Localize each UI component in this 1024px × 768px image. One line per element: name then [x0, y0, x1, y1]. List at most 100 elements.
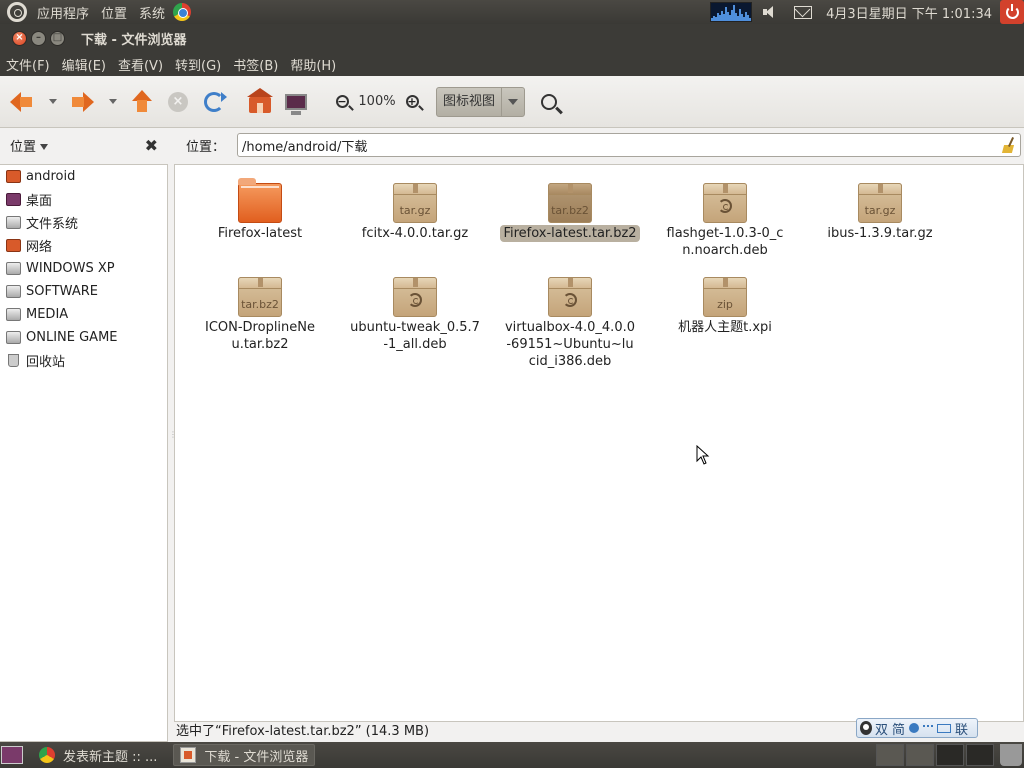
ime-charset-label[interactable]: 简	[892, 719, 905, 738]
mail-icon[interactable]	[794, 5, 813, 19]
file-name: virtualbox-4.0_4.0.0-69151~Ubuntu~lucid_…	[504, 320, 635, 369]
view-mode-combo[interactable]: 图标视图	[436, 86, 526, 117]
system-monitor-graph[interactable]	[710, 2, 753, 22]
file-browser-icon	[180, 747, 197, 763]
menu-edit[interactable]: 编辑(E)	[56, 55, 112, 74]
sidebar-item-trash[interactable]: 回收站	[0, 349, 167, 372]
location-input[interactable]	[242, 137, 1001, 153]
home-button[interactable]	[246, 87, 274, 116]
file-name: Firefox-latest.tar.bz2	[500, 225, 640, 242]
menu-help[interactable]: 帮助(H)	[284, 55, 342, 74]
chrome-launcher-icon[interactable]	[173, 3, 192, 21]
zoom-out-button[interactable]: −	[328, 88, 356, 116]
menu-go[interactable]: 转到(G)	[169, 55, 227, 74]
workspace-2[interactable]	[906, 744, 934, 766]
file-item[interactable]: zip 机器人主题t.xpi	[647, 277, 803, 336]
ime-mode-label[interactable]: 双	[875, 719, 888, 738]
clear-location-icon[interactable]	[1000, 137, 1016, 153]
file-name: 机器人主题t.xpi	[678, 320, 772, 335]
zoom-in-icon: +	[405, 95, 419, 108]
ime-association-label[interactable]: 联	[955, 719, 968, 738]
archive-icon: zip	[703, 277, 747, 317]
show-desktop-icon[interactable]	[1, 746, 23, 764]
sidebar-item-filesystem[interactable]: 文件系统	[0, 211, 167, 234]
sidebar-item-label: ONLINE GAME	[26, 330, 118, 345]
zoom-in-button[interactable]: +	[398, 88, 426, 116]
file-ext-label: tar.bz2	[551, 204, 589, 217]
sidebar-splitter-handle[interactable]: ⋮	[169, 430, 177, 440]
sidebar-item-software[interactable]: SOFTWARE	[0, 280, 167, 303]
computer-button[interactable]	[282, 88, 310, 116]
punctuation-icon[interactable]	[923, 725, 934, 731]
trash-icon[interactable]	[1000, 744, 1022, 766]
file-item[interactable]: tar.gz fcitx-4.0.0.tar.gz	[337, 183, 493, 242]
debian-package-icon	[548, 277, 592, 317]
debian-package-icon	[703, 183, 747, 223]
location-field[interactable]	[237, 133, 1022, 157]
file-item[interactable]: ubuntu-tweak_0.5.7-1_all.deb	[337, 277, 493, 353]
file-item[interactable]: flashget-1.0.3-0_cn.noarch.deb	[647, 183, 803, 259]
file-name: ICON-DroplineNeu.tar.bz2	[204, 320, 316, 352]
forward-button[interactable]	[68, 88, 96, 116]
file-icon-view[interactable]: Firefox-latest tar.gz fcitx-4.0.0.tar.gz…	[174, 164, 1024, 722]
close-window-button[interactable]: ×	[12, 30, 27, 46]
window-title: 下载 - 文件浏览器	[81, 32, 187, 48]
search-button[interactable]	[535, 88, 563, 116]
menu-view[interactable]: 查看(V)	[112, 55, 169, 74]
half-width-icon[interactable]	[909, 723, 920, 733]
menu-file[interactable]: 文件(F)	[0, 55, 56, 74]
menu-bookmarks[interactable]: 书签(B)	[227, 55, 284, 74]
panel-menu-applications[interactable]: 应用程序	[35, 3, 91, 22]
sidebar-item-windows-xp[interactable]: WINDOWS XP	[0, 257, 167, 280]
toolbar: × − 100% + 图标视图	[0, 76, 1024, 128]
sidebar-item-network[interactable]: 网络	[0, 234, 167, 257]
sidebar-item-online-game[interactable]: ONLINE GAME	[0, 326, 167, 349]
sidebar-type-selector[interactable]: 位置	[10, 136, 48, 155]
taskbar-item-browser[interactable]: 发表新主题 :: ...	[33, 744, 163, 766]
debian-package-icon	[393, 277, 437, 317]
chevron-down-icon[interactable]	[502, 88, 524, 116]
penguin-icon[interactable]	[860, 721, 872, 735]
location-bar: 位置：	[174, 128, 1024, 162]
sidebar-item-label: 回收站	[26, 355, 66, 370]
drive-icon	[6, 331, 21, 344]
clock[interactable]: 4月3日星期日 下午 1:01:34	[826, 3, 992, 22]
input-method-toolbar[interactable]: 双 简 联	[856, 718, 978, 738]
workspace-1[interactable]	[876, 744, 904, 766]
view-mode-label: 图标视图	[437, 87, 503, 116]
sidebar-item-android[interactable]: android	[0, 165, 167, 188]
stop-button[interactable]: ×	[164, 88, 192, 116]
bottom-panel: 发表新主题 :: ... 下载 - 文件浏览器	[0, 742, 1024, 768]
up-button[interactable]	[128, 88, 156, 116]
desktop-icon	[6, 193, 21, 206]
forward-history-dropdown[interactable]	[106, 88, 120, 116]
workspace-4[interactable]	[966, 744, 994, 766]
volume-icon[interactable]	[762, 4, 780, 20]
taskbar-item-file-browser[interactable]: 下载 - 文件浏览器	[173, 744, 316, 766]
system-monitor-bar	[749, 18, 752, 21]
panel-menu-system[interactable]: 系统	[137, 3, 167, 22]
zoom-level[interactable]: 100%	[356, 94, 398, 109]
file-item[interactable]: tar.bz2 ICON-DroplineNeu.tar.bz2	[182, 277, 338, 353]
sidebar-header: 位置 ✖	[0, 128, 168, 162]
panel-menu-places[interactable]: 位置	[99, 3, 129, 22]
minimize-window-button[interactable]: –	[31, 30, 46, 46]
back-button[interactable]	[8, 88, 36, 116]
back-history-dropdown[interactable]	[46, 88, 60, 116]
reload-button[interactable]	[200, 88, 228, 116]
keyboard-icon[interactable]	[937, 723, 952, 733]
file-item-selected[interactable]: tar.bz2 Firefox-latest.tar.bz2	[492, 183, 648, 242]
workspace-3[interactable]	[936, 744, 964, 766]
close-sidebar-icon[interactable]: ✖	[145, 136, 158, 155]
file-item[interactable]: tar.gz ibus-1.3.9.tar.gz	[802, 183, 958, 242]
sidebar-item-media[interactable]: MEDIA	[0, 303, 167, 326]
sidebar-item-label: MEDIA	[26, 307, 69, 322]
power-button[interactable]	[1000, 0, 1024, 24]
sidebar-item-desktop[interactable]: 桌面	[0, 188, 167, 211]
file-ext-label: tar.gz	[864, 204, 896, 217]
ubuntu-logo-icon[interactable]	[7, 2, 27, 22]
window-titlebar[interactable]: × – □ 下载 - 文件浏览器	[0, 24, 1024, 52]
maximize-window-button[interactable]: □	[50, 30, 65, 46]
file-item[interactable]: virtualbox-4.0_4.0.0-69151~Ubuntu~lucid_…	[492, 277, 648, 370]
file-item[interactable]: Firefox-latest	[182, 178, 338, 242]
